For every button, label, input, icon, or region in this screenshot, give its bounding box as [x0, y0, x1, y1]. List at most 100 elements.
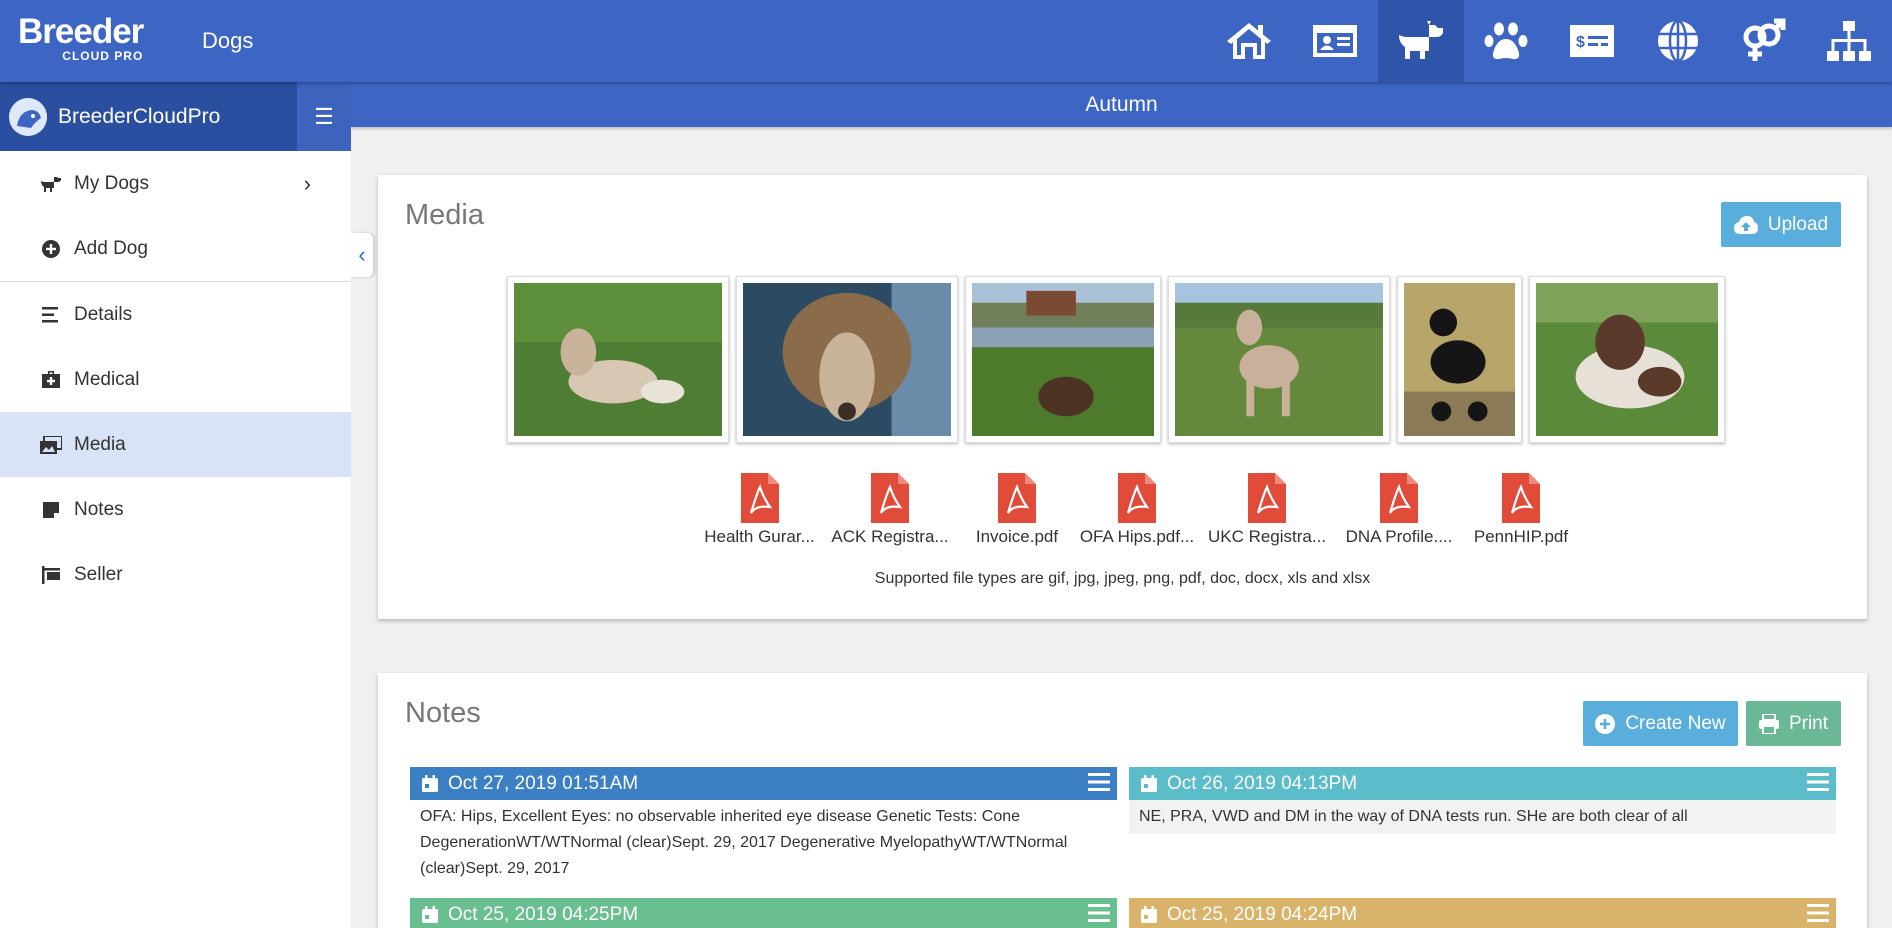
file-name: PennHIP.pdf	[1473, 527, 1569, 546]
sidebar-brand: BreederCloudPro	[58, 104, 221, 128]
photo-image	[1175, 283, 1383, 436]
pdf-file[interactable]: Invoice.pdf	[957, 473, 1077, 547]
sidebar-item-label: Notes	[74, 498, 124, 520]
images-icon	[40, 435, 62, 454]
sidebar-item-details[interactable]: Details	[0, 282, 351, 347]
notes-card: Notes Create New Print Oct 27, 2019 01:5…	[378, 673, 1867, 928]
calendar-icon	[422, 775, 438, 792]
create-note-button[interactable]: Create New	[1583, 701, 1738, 746]
photo-thumbnail[interactable]	[1168, 276, 1390, 443]
sidebar-item-label: Media	[74, 433, 126, 455]
upload-button[interactable]: Upload	[1721, 202, 1841, 247]
home-icon	[1227, 23, 1272, 59]
sitemap-icon	[1827, 21, 1872, 61]
nav-home[interactable]	[1207, 0, 1293, 82]
note-text: NE, PRA, VWD and DM in the way of DNA te…	[1129, 800, 1836, 834]
nav-website[interactable]	[1635, 0, 1721, 82]
top-nav: $	[1207, 0, 1892, 82]
note-header: Oct 25, 2019 04:25PM	[410, 898, 1117, 928]
note-text: OFA: Hips, Excellent Eyes: no observable…	[420, 808, 1068, 877]
menu-toggle-button[interactable]: ☰	[297, 82, 351, 151]
photo-thumbnail[interactable]	[1397, 276, 1522, 443]
note-date: Oct 26, 2019 04:13PM	[1167, 772, 1358, 794]
note-menu-icon[interactable]	[1088, 772, 1110, 798]
chevron-right-icon: ›	[303, 170, 311, 196]
supported-types-text: Supported file types are gif, jpg, jpeg,…	[874, 570, 1371, 587]
plus-circle-icon	[40, 239, 62, 258]
plus-circle-icon	[1595, 713, 1616, 734]
photo-image	[1536, 283, 1718, 436]
calendar-icon	[1141, 775, 1157, 792]
sidebar-header: BreederCloudPro ☰	[0, 82, 351, 151]
sidebar-item-label: Add Dog	[74, 237, 148, 259]
section-title: Dogs	[202, 28, 254, 53]
sidebar-item-notes[interactable]: Notes	[0, 477, 351, 542]
top-navbar: Breeder CLOUD PRO Dogs $	[0, 0, 1892, 82]
note-menu-icon[interactable]	[1088, 903, 1110, 928]
note-header: Oct 27, 2019 01:51AM	[410, 767, 1117, 800]
nav-litters[interactable]	[1464, 0, 1550, 82]
calendar-icon	[422, 906, 438, 923]
sidebar-item-media[interactable]: Media	[0, 412, 351, 477]
sidebar-item-label: Seller	[74, 563, 123, 585]
photo-image	[514, 283, 722, 436]
note-menu-icon[interactable]	[1807, 772, 1829, 798]
note-header: Oct 26, 2019 04:13PM	[1129, 767, 1836, 800]
calendar-icon	[1141, 906, 1157, 923]
print-button[interactable]: Print	[1746, 701, 1841, 746]
nav-finance[interactable]: $	[1549, 0, 1635, 82]
photo-thumbnail[interactable]	[736, 276, 958, 443]
note-card: Oct 27, 2019 01:51AM OFA: Hips, Excellen…	[410, 767, 1117, 886]
align-left-icon	[40, 306, 62, 323]
file-name: Invoice.pdf	[975, 527, 1059, 546]
pdf-file-icon	[1248, 473, 1286, 523]
nav-pedigree[interactable]	[1806, 0, 1892, 82]
photo-thumbnail[interactable]	[1529, 276, 1725, 443]
svg-text:$: $	[1576, 34, 1585, 51]
app-logo[interactable]: Breeder CLOUD PRO	[18, 12, 144, 62]
nav-breeding[interactable]	[1721, 0, 1807, 82]
upload-label: Upload	[1767, 213, 1829, 235]
pdf-file[interactable]: UKC Registra...	[1197, 473, 1337, 547]
sidebar-collapse-button[interactable]: ‹	[351, 233, 373, 277]
photo-gallery	[507, 276, 1725, 443]
sidebar-item-my-dogs[interactable]: My Dogs ›	[0, 151, 351, 216]
sidebar-item-add-dog[interactable]: Add Dog	[0, 216, 351, 281]
file-name: Health Gurar...	[704, 527, 815, 546]
pdf-file[interactable]: OFA Hips.pdf...	[1077, 473, 1197, 547]
logo-main: Breeder	[18, 12, 144, 51]
pdf-file[interactable]: PennHIP.pdf	[1461, 473, 1581, 547]
file-name: DNA Profile....	[1345, 527, 1453, 546]
sticky-note-icon	[40, 501, 62, 518]
sidebar-item-label: Details	[74, 303, 133, 325]
dog-name-bar: Autumn	[351, 82, 1892, 127]
paw-icon	[1484, 22, 1528, 60]
photo-thumbnail[interactable]	[507, 276, 729, 443]
photo-thumbnail[interactable]	[965, 276, 1161, 443]
note-date: Oct 27, 2019 01:51AM	[448, 772, 639, 794]
sidebar-item-medical[interactable]: Medical	[0, 347, 351, 412]
dog-icon	[1398, 21, 1443, 59]
sidebar-item-seller[interactable]: Seller	[0, 542, 351, 607]
pdf-file-icon	[871, 473, 909, 523]
pdf-file-icon	[740, 473, 779, 523]
gender-icon	[1743, 18, 1786, 61]
sidebar-item-label: My Dogs	[74, 172, 149, 194]
note-date: Oct 25, 2019 04:24PM	[1167, 903, 1358, 925]
avatar	[9, 97, 47, 136]
media-title: Media	[405, 199, 484, 231]
pdf-file-icon	[1380, 473, 1418, 523]
photo-image	[743, 283, 951, 436]
sidebar: BreederCloudPro ☰ My Dogs › Add Dog Deta…	[0, 82, 351, 928]
id-card-icon	[1313, 25, 1358, 57]
dog-small-icon	[40, 175, 62, 193]
pdf-file[interactable]: ACK Registra...	[823, 473, 957, 547]
note-date: Oct 25, 2019 04:25PM	[448, 903, 639, 925]
file-name: ACK Registra...	[831, 527, 949, 546]
money-check-icon: $	[1570, 25, 1615, 57]
note-menu-icon[interactable]	[1807, 903, 1829, 928]
nav-dogs[interactable]	[1377, 0, 1464, 82]
nav-contacts[interactable]	[1292, 0, 1378, 82]
pdf-file[interactable]: DNA Profile....	[1337, 473, 1461, 547]
pdf-file[interactable]: Health Gurar...	[696, 473, 823, 547]
